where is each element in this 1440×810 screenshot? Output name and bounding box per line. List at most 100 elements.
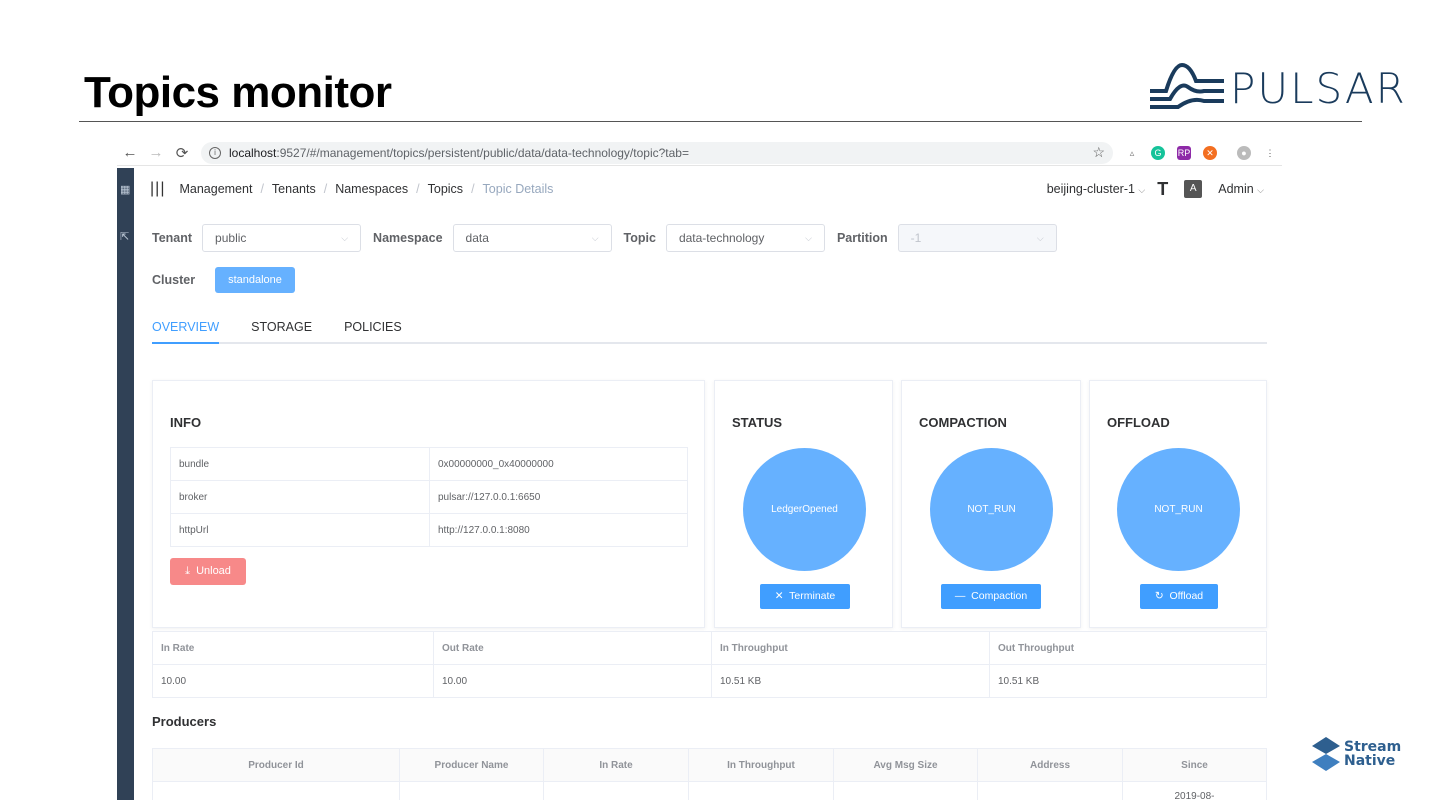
- producer-avg-msg-size: 1.18K: [833, 781, 978, 800]
- bookmark-star-icon[interactable]: ☆: [1092, 144, 1105, 161]
- column-header: Producer Id: [152, 748, 400, 782]
- namespace-label: Namespace: [373, 231, 443, 245]
- cluster-label: Cluster: [152, 273, 196, 287]
- cluster-dropdown[interactable]: beijing-cluster-1 ⌵: [1047, 182, 1146, 196]
- compaction-title: COMPACTION: [919, 415, 1007, 430]
- topic-label: Topic: [623, 231, 656, 245]
- info-title: INFO: [170, 415, 202, 430]
- dashboard-grid-icon[interactable]: ▦: [120, 183, 130, 196]
- chevron-down-icon: ⌵: [1138, 185, 1146, 195]
- stat-value: 10.51 KB: [711, 664, 990, 698]
- tenant-select[interactable]: public ⌵: [202, 224, 362, 252]
- breadcrumb-management[interactable]: Management: [179, 182, 252, 196]
- chevron-down-icon: ⌵: [591, 232, 599, 243]
- table-row: httpUrl http://127.0.0.1:8080: [170, 513, 688, 547]
- stat-value: 10.00: [152, 664, 434, 698]
- refresh-icon: ↻: [1154, 590, 1164, 602]
- back-icon[interactable]: ←: [117, 144, 143, 161]
- breadcrumb-namespaces[interactable]: Namespaces: [335, 182, 408, 196]
- cluster-standalone-button[interactable]: standalone: [215, 267, 295, 293]
- offload-circle: NOT_RUN: [1117, 448, 1240, 571]
- table-row: 10.00 10.00 10.51 KB 10.51 KB: [152, 664, 1267, 698]
- stat-header: Out Throughput: [989, 631, 1267, 665]
- user-dropdown[interactable]: Admin ⌵: [1218, 182, 1264, 196]
- column-header: In Rate: [543, 748, 689, 782]
- rate-stats-table: In Rate Out Rate In Throughput Out Throu…: [152, 631, 1267, 698]
- unload-button[interactable]: ⤓ Unload: [170, 558, 246, 585]
- extension-rp-icon[interactable]: RP: [1177, 145, 1191, 160]
- column-header: Since: [1122, 748, 1267, 782]
- terminate-button[interactable]: ✕ Terminate: [760, 584, 850, 609]
- address-bar[interactable]: i localhost:9527/#/management/topics/per…: [201, 141, 1113, 164]
- partition-label: Partition: [836, 231, 888, 245]
- chevron-down-icon: ⌵: [1036, 232, 1044, 243]
- table-row: broker pulsar://127.0.0.1:6650: [170, 480, 688, 514]
- column-header: Address: [977, 748, 1123, 782]
- stat-header: In Rate: [152, 631, 434, 665]
- offload-button[interactable]: ↻ Offload: [1140, 584, 1218, 609]
- profile-avatar-icon[interactable]: ●: [1237, 145, 1251, 160]
- slide-title: Topics monitor: [84, 68, 392, 117]
- offload-title: OFFLOAD: [1107, 415, 1170, 430]
- info-key: broker: [170, 480, 430, 514]
- producer-since: 2019-08-14T09:33:58.52+08:00: [1122, 781, 1267, 800]
- pulsar-logo: PULSAR: [1148, 60, 1410, 116]
- close-icon: ✕: [774, 590, 784, 602]
- producer-in-throughput: 10.51 KB: [688, 781, 834, 800]
- compaction-card: COMPACTION NOT_RUN — Compaction: [901, 380, 1081, 628]
- namespace-select[interactable]: data ⌵: [452, 224, 612, 252]
- column-header: In Throughput: [688, 748, 834, 782]
- breadcrumb-tenants[interactable]: Tenants: [272, 182, 316, 196]
- partition-select: -1 ⌵: [897, 224, 1057, 252]
- site-info-icon[interactable]: i: [209, 146, 221, 159]
- status-title: STATUS: [732, 415, 783, 430]
- topic-tabs: OVERVIEW STORAGE POLICIES: [152, 314, 1267, 344]
- streamnative-logo: Stream Native: [1312, 734, 1412, 774]
- table-row: bundle 0x00000000_0x40000000: [170, 447, 688, 481]
- table-header-row: In Rate Out Rate In Throughput Out Throu…: [152, 631, 1267, 665]
- streamnative-word-1: Stream: [1344, 739, 1402, 755]
- extension-grammarly-icon[interactable]: G: [1151, 145, 1165, 160]
- producer-address: /127.0.0.1:51605: [977, 781, 1123, 800]
- main-content: Tenant public ⌵ Namespace data ⌵ Topic dat…: [152, 210, 1267, 800]
- forward-icon[interactable]: →: [143, 144, 169, 161]
- producers-table: Producer Id Producer Name In Rate In Thr…: [152, 748, 1267, 800]
- producer-in-rate: 10.00: [543, 781, 689, 800]
- translate-icon[interactable]: A: [1184, 180, 1203, 198]
- font-size-icon[interactable]: T: [1157, 179, 1168, 200]
- status-card: STATUS LedgerOpened ✕ Terminate: [714, 380, 893, 628]
- stat-header: In Throughput: [711, 631, 990, 665]
- breadcrumb: Management / Tenants / Namespaces / Topics /…: [179, 182, 554, 196]
- extension-orange-icon[interactable]: ✕: [1203, 145, 1217, 160]
- extension-drive-icon[interactable]: ▵: [1125, 146, 1139, 160]
- stat-value: 10.00: [433, 664, 712, 698]
- tenant-label: Tenant: [152, 231, 193, 245]
- breadcrumb-topics[interactable]: Topics: [428, 182, 463, 196]
- producer-id: 0: [152, 781, 400, 800]
- tab-storage[interactable]: STORAGE: [251, 314, 312, 342]
- sidebar: ▦ ⇱: [117, 168, 134, 800]
- column-header: Avg Msg Size: [833, 748, 978, 782]
- info-card: INFO bundle 0x00000000_0x40000000 broker p…: [152, 380, 705, 628]
- info-key: httpUrl: [170, 513, 430, 547]
- stat-header: Out Rate: [433, 631, 712, 665]
- column-header: Producer Name: [399, 748, 544, 782]
- app-root: ▦ ⇱ ||| Management / Tenants / Namespaces /…: [117, 168, 1282, 800]
- compaction-circle: NOT_RUN: [930, 448, 1053, 571]
- pulsar-wave-icon: [1150, 62, 1224, 109]
- tab-policies[interactable]: POLICIES: [344, 314, 402, 342]
- filter-row: Tenant public ⌵ Namespace data ⌵ Topic dat…: [152, 210, 1267, 266]
- table-row: 0 standalone-0-38 10.00 10.51 KB 1.18K /…: [152, 781, 1267, 800]
- tab-overview[interactable]: OVERVIEW: [152, 314, 220, 344]
- topic-select[interactable]: data-technology ⌵: [665, 224, 825, 252]
- info-value: pulsar://127.0.0.1:6650: [429, 480, 688, 514]
- external-link-icon[interactable]: ⇱: [120, 230, 129, 243]
- info-table: bundle 0x00000000_0x40000000 broker pulsar…: [170, 447, 688, 547]
- status-circle: LedgerOpened: [743, 448, 866, 571]
- url-host: localhost: [229, 145, 277, 160]
- browser-window: ← → ⟳ i localhost:9527/#/management/topi…: [117, 140, 1282, 800]
- hamburger-icon[interactable]: |||: [150, 180, 165, 198]
- compaction-button[interactable]: — Compaction: [941, 584, 1041, 609]
- browser-menu-icon[interactable]: ⋮: [1263, 146, 1277, 160]
- reload-icon[interactable]: ⟳: [169, 144, 195, 162]
